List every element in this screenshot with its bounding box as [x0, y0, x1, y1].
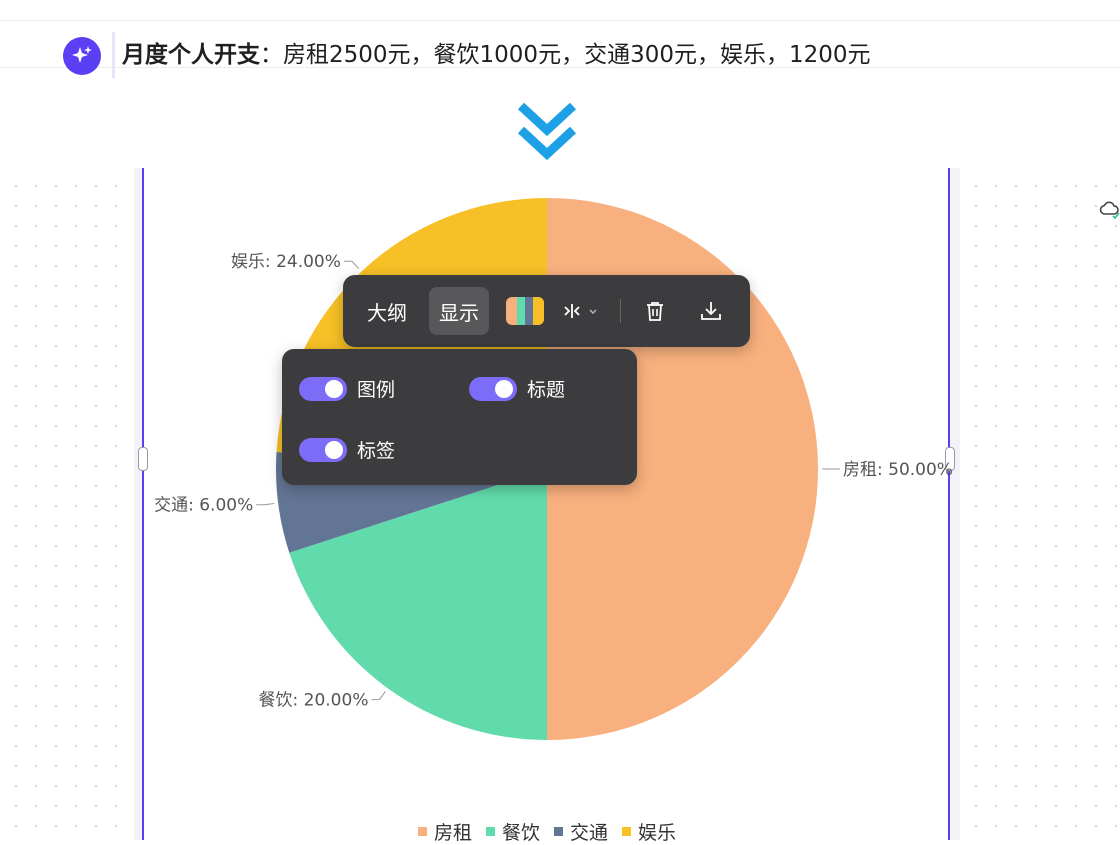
- legend-label: 交通: [570, 822, 609, 844]
- trash-icon[interactable]: [633, 287, 677, 335]
- labels-toggle-label: 标签: [357, 440, 396, 462]
- slice-label-rent: 房租: 50.00%: [843, 460, 953, 480]
- legend-swatch: [554, 827, 564, 836]
- legend-swatch: [418, 827, 427, 836]
- labels-toggle[interactable]: [299, 437, 347, 462]
- legend-label: 房租: [434, 822, 473, 844]
- outline-button[interactable]: 大纲: [355, 287, 419, 335]
- slice-label-food: 餐饮: 20.00%: [259, 691, 369, 711]
- legend-toggle-row[interactable]: 图例: [299, 375, 395, 402]
- chart-legend: 房租 餐饮 交通 娱乐: [418, 818, 676, 845]
- title-toggle-label: 标题: [527, 379, 566, 401]
- legend-label: 娱乐: [638, 822, 677, 844]
- legend-swatch: [622, 827, 632, 836]
- legend-item-entertainment[interactable]: 娱乐: [622, 818, 676, 845]
- toggle-knob: [495, 379, 513, 398]
- labels-toggle-row[interactable]: 标签: [299, 436, 395, 463]
- legend-label: 餐饮: [502, 822, 541, 844]
- display-options-popover: 图例 标题 标签: [282, 349, 637, 485]
- download-icon[interactable]: [689, 287, 733, 335]
- toggle-knob: [325, 440, 343, 459]
- legend-toggle[interactable]: [299, 376, 347, 401]
- legend-swatch: [486, 827, 496, 836]
- label-leader-line: [371, 691, 386, 701]
- slice-label-entertainment: 娱乐: 24.00%: [231, 252, 341, 272]
- label-leader-line: [256, 502, 275, 506]
- title-toggle-row[interactable]: 标题: [469, 375, 565, 402]
- toggle-knob: [325, 379, 343, 398]
- legend-item-transport[interactable]: 交通: [554, 818, 608, 845]
- legend-item-rent[interactable]: 房租: [418, 818, 472, 845]
- chart-toolbar: 大纲 显示: [343, 275, 750, 347]
- split-layout-icon[interactable]: [557, 287, 609, 335]
- color-palette-icon[interactable]: [501, 287, 549, 335]
- legend-item-food[interactable]: 餐饮: [486, 818, 540, 845]
- display-button[interactable]: 显示: [429, 287, 489, 335]
- legend-toggle-label: 图例: [357, 379, 396, 401]
- title-toggle[interactable]: [469, 376, 517, 401]
- label-leader-line: [343, 260, 360, 269]
- toolbar-separator: [620, 299, 621, 323]
- slice-label-transport: 交通: 6.00%: [154, 496, 253, 516]
